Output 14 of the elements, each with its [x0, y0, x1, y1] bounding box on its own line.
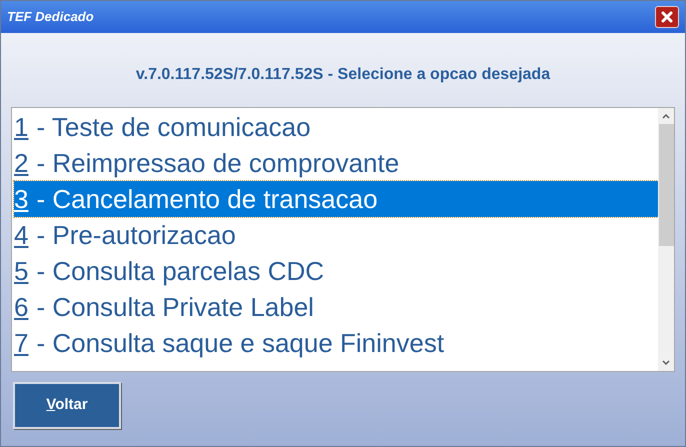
option-item[interactable]: 7 - Consulta saque e saque Fininvest: [14, 325, 658, 361]
scroll-thumb[interactable]: [658, 124, 674, 246]
close-icon: [661, 11, 673, 23]
option-item[interactable]: 3 - Cancelamento de transacao: [14, 181, 658, 217]
back-button[interactable]: Voltar: [13, 382, 121, 429]
option-item[interactable]: 1 - Teste de comunicacao: [14, 109, 658, 145]
heading: v.7.0.117.52S/7.0.117.52S - Selecione a opcao desejada: [136, 65, 550, 85]
window-title: TEF Dedicado: [7, 8, 94, 26]
option-item[interactable]: 2 - Reimpressao de comprovante: [14, 145, 658, 181]
scrollbar[interactable]: [658, 108, 674, 371]
option-item[interactable]: 5 - Consulta parcelas CDC: [14, 253, 658, 289]
option-item[interactable]: 4 - Pre-autorizacao: [14, 217, 658, 253]
close-button[interactable]: [655, 6, 679, 28]
option-item[interactable]: 6 - Consulta Private Label: [14, 289, 658, 325]
